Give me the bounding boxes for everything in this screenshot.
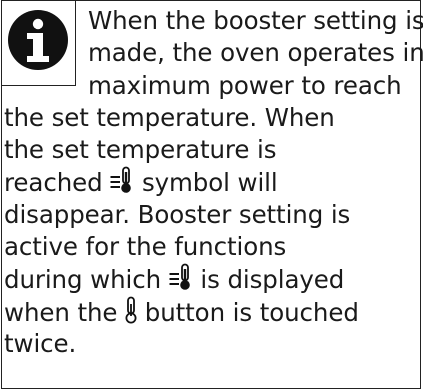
info-icon-cell [2,1,76,86]
note-line: reached symbol will [4,166,278,198]
thermometer-icon [125,296,137,324]
info-note-box: When the booster setting is made, the ov… [1,0,423,389]
note-line: made, the oven operates in [88,38,423,68]
note-line: maximum power to reach [88,70,402,100]
note-line: the set temperature is [4,135,277,165]
note-line: When the booster setting is [88,6,423,35]
info-icon [8,10,68,70]
note-line: active for the functions [4,232,287,262]
note-line: twice. [4,328,77,358]
note-line: the set temperature. When [4,102,335,132]
booster-thermometer-icon [110,166,134,194]
note-line: when the button is touched [4,296,359,327]
note-line: disappear. Booster setting is [4,199,351,229]
note-line: during which is displayed [4,263,345,295]
info-note-text: When the booster setting is made, the ov… [4,5,423,360]
booster-thermometer-icon [169,263,193,291]
